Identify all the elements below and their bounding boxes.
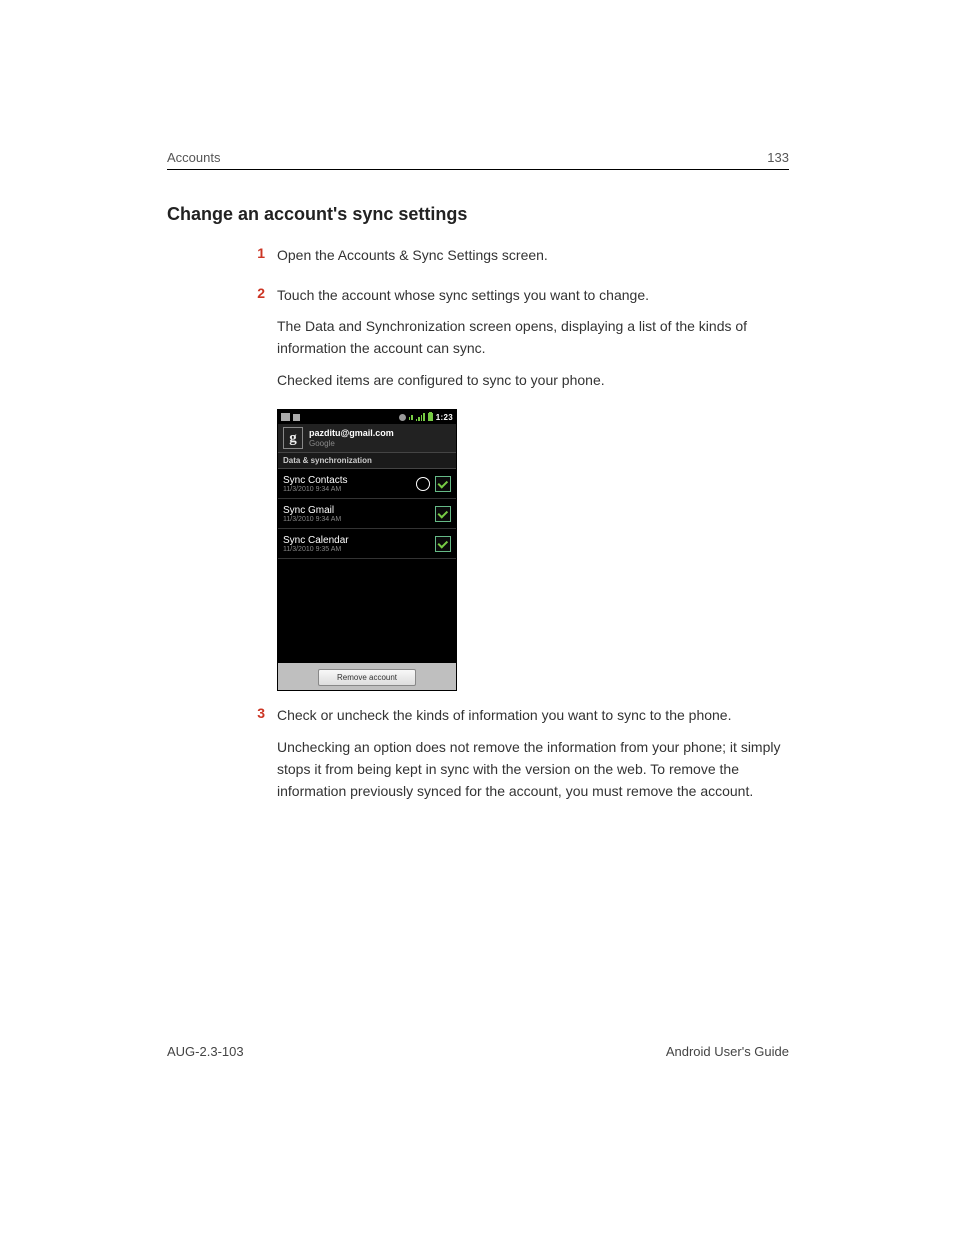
running-header: Accounts 133 bbox=[167, 150, 789, 170]
google-g-icon: g bbox=[283, 427, 303, 449]
checkbox-checked-icon[interactable] bbox=[435, 476, 451, 492]
checkbox-checked-icon[interactable] bbox=[435, 506, 451, 522]
sync-item-time: 11/3/2010 9:35 AM bbox=[283, 546, 435, 553]
footer-left: AUG-2.3-103 bbox=[167, 1044, 244, 1059]
step-text: Unchecking an option does not remove the… bbox=[277, 737, 789, 802]
step-text: Check or uncheck the kinds of informatio… bbox=[277, 705, 789, 727]
checkbox-checked-icon[interactable] bbox=[435, 536, 451, 552]
sync-row-gmail[interactable]: Sync Gmail 11/3/2010 9:34 AM bbox=[278, 499, 456, 529]
battery-icon bbox=[428, 413, 433, 421]
step-1: 1 Open the Accounts & Sync Settings scre… bbox=[245, 245, 789, 277]
bottom-button-bar: Remove account bbox=[278, 663, 456, 690]
notification-icon bbox=[281, 413, 290, 421]
page-footer: AUG-2.3-103 Android User's Guide bbox=[167, 1044, 789, 1059]
page-title: Change an account's sync settings bbox=[167, 204, 789, 225]
account-header: g pazditu@gmail.com Google bbox=[278, 424, 456, 452]
steps-list-cont: 3 Check or uncheck the kinds of informat… bbox=[245, 705, 789, 812]
phone-screenshot: 1:23 g pazditu@gmail.com Google Data & s… bbox=[277, 409, 457, 691]
step-number: 3 bbox=[245, 705, 265, 812]
sync-item-title: Sync Contacts bbox=[283, 475, 416, 486]
notification-icon bbox=[293, 414, 300, 421]
page-content: Accounts 133 Change an account's sync se… bbox=[167, 150, 789, 820]
remove-account-button[interactable]: Remove account bbox=[318, 669, 416, 686]
step-2: 2 Touch the account whose sync settings … bbox=[245, 285, 789, 402]
sync-item-title: Sync Gmail bbox=[283, 505, 435, 516]
step-text: The Data and Synchronization screen open… bbox=[277, 316, 789, 359]
step-text: Touch the account whose sync settings yo… bbox=[277, 285, 789, 307]
sync-row-calendar[interactable]: Sync Calendar 11/3/2010 9:35 AM bbox=[278, 529, 456, 559]
phone-empty-area bbox=[278, 559, 456, 663]
step-text: Checked items are configured to sync to … bbox=[277, 370, 789, 392]
sync-item-time: 11/3/2010 9:34 AM bbox=[283, 486, 416, 493]
footer-right: Android User's Guide bbox=[666, 1044, 789, 1059]
steps-list: 1 Open the Accounts & Sync Settings scre… bbox=[245, 245, 789, 401]
step-number: 1 bbox=[245, 245, 265, 277]
status-bar: 1:23 bbox=[278, 410, 456, 424]
sync-item-time: 11/3/2010 9:34 AM bbox=[283, 516, 435, 523]
sync-item-title: Sync Calendar bbox=[283, 535, 435, 546]
step-3: 3 Check or uncheck the kinds of informat… bbox=[245, 705, 789, 812]
data-3g-icon bbox=[409, 415, 413, 420]
sync-in-progress-icon bbox=[416, 477, 430, 491]
gps-icon bbox=[399, 414, 406, 421]
page-number: 133 bbox=[767, 150, 789, 165]
section-name: Accounts bbox=[167, 150, 220, 165]
step-text: Open the Accounts & Sync Settings screen… bbox=[277, 245, 548, 267]
step-number: 2 bbox=[245, 285, 265, 402]
sync-list: Sync Contacts 11/3/2010 9:34 AM Sync Gma… bbox=[278, 469, 456, 559]
status-clock: 1:23 bbox=[436, 413, 453, 422]
signal-icon bbox=[416, 413, 425, 421]
account-email: pazditu@gmail.com bbox=[309, 429, 394, 439]
account-provider: Google bbox=[309, 439, 394, 448]
sync-section-label: Data & synchronization bbox=[278, 452, 456, 469]
sync-row-contacts[interactable]: Sync Contacts 11/3/2010 9:34 AM bbox=[278, 469, 456, 499]
